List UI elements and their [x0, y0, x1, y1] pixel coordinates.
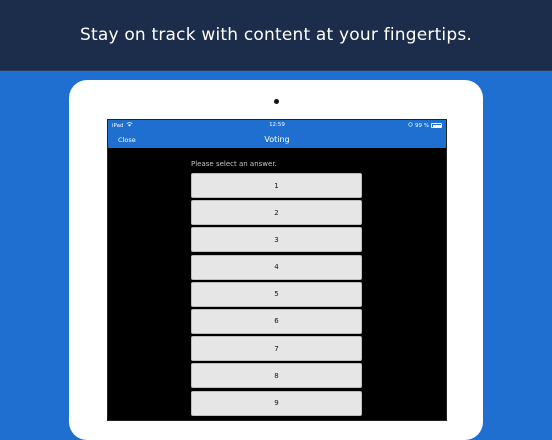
answer-button-5[interactable]: 5 — [191, 281, 362, 307]
status-bar: iPad 12:59 99 % — [108, 120, 446, 131]
answer-button-7[interactable]: 7 — [191, 336, 362, 362]
voting-prompt: Please select an answer. — [191, 160, 277, 168]
status-right: 99 % — [408, 122, 442, 129]
nav-title: Voting — [264, 135, 290, 144]
nav-bar: Close Voting — [108, 131, 446, 148]
answer-button-3[interactable]: 3 — [191, 227, 362, 253]
banner-title: Stay on track with content at your finge… — [79, 25, 473, 45]
answer-list: 123456789 — [191, 173, 362, 418]
answer-button-2[interactable]: 2 — [191, 200, 362, 226]
answer-button-6[interactable]: 6 — [191, 308, 362, 334]
answer-button-1[interactable]: 1 — [191, 173, 362, 198]
promo-banner: Stay on track with content at your finge… — [0, 0, 552, 71]
answer-button-9[interactable]: 9 — [191, 390, 362, 416]
answer-button-4[interactable]: 4 — [191, 254, 362, 280]
battery-level-fill — [432, 124, 442, 127]
lock-rotation-icon — [408, 122, 413, 129]
battery-icon — [431, 123, 442, 128]
ipad-screen: iPad 12:59 99 % Close Voting Please sele… — [107, 119, 447, 421]
answer-button-8[interactable]: 8 — [191, 363, 362, 389]
ipad-camera — [274, 99, 279, 104]
status-time: 12:59 — [269, 122, 285, 128]
battery-percent: 99 % — [415, 122, 429, 129]
